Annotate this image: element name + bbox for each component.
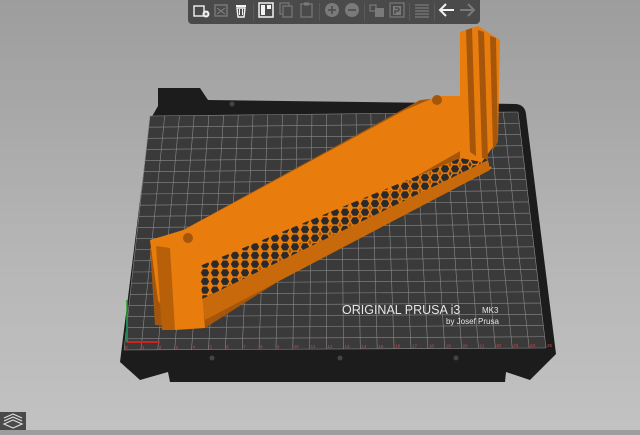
toolbar-separator (319, 3, 320, 21)
redo-button[interactable] (458, 2, 476, 22)
x-tick-label: 22 (496, 343, 502, 348)
toolbar-separator (253, 3, 254, 21)
undo-arrow-icon (438, 1, 456, 24)
toolbar-separator (364, 3, 365, 21)
split-objects-icon (368, 1, 386, 24)
x-tick-label: 14 (361, 344, 367, 349)
x-tick-label: 11 (311, 344, 316, 349)
toolbar-separator (434, 3, 435, 21)
trash-icon (232, 1, 250, 24)
top-toolbar (188, 0, 480, 24)
x-tick-label: 16 (395, 344, 401, 349)
add-instance-button[interactable] (322, 2, 340, 22)
remove-instance-button[interactable] (343, 2, 361, 22)
plus-circle-icon (323, 1, 341, 24)
undo-button[interactable] (438, 2, 456, 22)
delete-button[interactable] (212, 2, 230, 22)
3d-viewport[interactable]: 0123456789101112131415161718192021222324… (0, 0, 640, 430)
x-tick-label: 18 (429, 344, 435, 349)
delete-all-button[interactable] (232, 2, 250, 22)
layers-stack-icon[interactable] (0, 412, 26, 430)
x-tick-label: 25 (547, 343, 553, 348)
x-tick-label: 15 (378, 344, 384, 349)
x-tick-label: 13 (344, 344, 350, 349)
x-tick-label: 21 (479, 343, 485, 348)
bed-brand-line2: by Josef Prusa (446, 317, 499, 326)
layers-icon (413, 1, 431, 24)
x-tick-label: 20 (463, 343, 469, 348)
x-tick-label: 17 (412, 344, 418, 349)
x-tick-label: 24 (530, 343, 536, 348)
arrange-button[interactable] (257, 2, 275, 22)
x-tick-label: 19 (446, 343, 452, 348)
delete-icon (212, 1, 230, 24)
minus-circle-icon (343, 1, 361, 24)
redo-arrow-icon (458, 1, 476, 24)
add-button[interactable] (192, 2, 210, 22)
copy-icon (277, 1, 295, 24)
x-tick-label: 12 (328, 344, 334, 349)
bed-model: MK3 (482, 306, 499, 315)
arrange-icon (257, 1, 275, 24)
paste-icon (298, 1, 316, 24)
toolbar-separator (409, 3, 410, 21)
split-objects-button[interactable] (368, 2, 386, 22)
split-parts-icon (388, 1, 406, 24)
x-tick-label: 10 (294, 344, 300, 349)
x-tick-label: 23 (513, 343, 519, 348)
copy-button[interactable] (277, 2, 295, 22)
split-parts-button[interactable] (388, 2, 406, 22)
add-object-icon (192, 1, 210, 24)
layers-editing-button[interactable] (413, 2, 431, 22)
paste-button[interactable] (297, 2, 315, 22)
bed-brand-line1: ORIGINAL PRUSA i3 (342, 303, 460, 317)
